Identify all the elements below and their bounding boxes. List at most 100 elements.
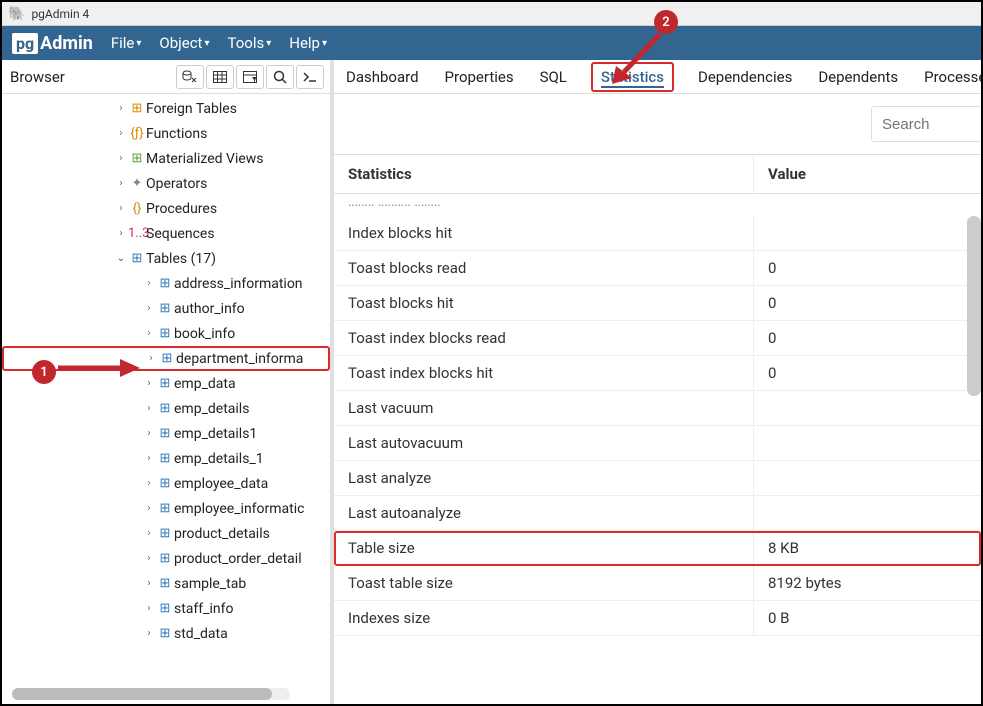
- annotation-callout-1: 1: [32, 360, 56, 384]
- statistics-table: Statistics Value ‥‥‥‥ ‥‥‥‥‥ ‥‥‥‥ Index b…: [334, 154, 981, 704]
- tree-item-std-data[interactable]: ›⊞std_data: [2, 621, 330, 646]
- view-data-button[interactable]: [206, 65, 234, 89]
- chevron-icon[interactable]: ›: [142, 403, 156, 414]
- chevron-icon[interactable]: ›: [142, 428, 156, 439]
- stats-cell-statistic: Toast table size: [334, 566, 754, 600]
- tree-item-foreign-tables[interactable]: ›⊞Foreign Tables: [2, 96, 330, 121]
- stats-col-header-value[interactable]: Value: [754, 155, 981, 193]
- tree-item-emp-details1[interactable]: ›⊞emp_details1: [2, 421, 330, 446]
- tab-dependents[interactable]: Dependents: [816, 62, 900, 92]
- tree-node-label: Foreign Tables: [146, 101, 237, 117]
- tree-node-icon: {}: [128, 201, 146, 216]
- stats-cell-value: [754, 391, 981, 425]
- stats-cell-statistic: Toast blocks hit: [334, 286, 754, 320]
- window-titlebar: 🐘 pgAdmin 4: [2, 2, 981, 26]
- tab-properties[interactable]: Properties: [443, 62, 516, 92]
- stats-col-header-statistic[interactable]: Statistics: [334, 155, 754, 193]
- stats-row: Last autoanalyze: [334, 496, 981, 531]
- stats-cell-value: 8192 bytes: [754, 566, 981, 600]
- chevron-icon[interactable]: ›: [114, 103, 128, 114]
- tree-item-operators[interactable]: ›✦Operators: [2, 171, 330, 196]
- tree-item-sample-tab[interactable]: ›⊞sample_tab: [2, 571, 330, 596]
- menu-help-label: Help: [289, 34, 320, 52]
- tree-item-book-info[interactable]: ›⊞book_info: [2, 321, 330, 346]
- chevron-icon[interactable]: ⌄: [114, 253, 128, 264]
- tree-item-tables-17-[interactable]: ⌄⊞Tables (17): [2, 246, 330, 271]
- chevron-icon[interactable]: ›: [114, 153, 128, 164]
- chevron-icon[interactable]: ›: [114, 128, 128, 139]
- tree-node-icon: ⊞: [156, 276, 174, 291]
- tree-item-procedures[interactable]: ›{}Procedures: [2, 196, 330, 221]
- chevron-icon[interactable]: ›: [142, 503, 156, 514]
- tree-item-employee-data[interactable]: ›⊞employee_data: [2, 471, 330, 496]
- tab-processes[interactable]: Processes: [922, 62, 981, 92]
- filter-rows-button[interactable]: [236, 65, 264, 89]
- psql-tool-button[interactable]: [296, 65, 324, 89]
- chevron-icon[interactable]: ›: [142, 378, 156, 389]
- tree-node-label: emp_details1: [174, 426, 257, 442]
- tab-dashboard[interactable]: Dashboard: [344, 62, 421, 92]
- tree-item-address-information[interactable]: ›⊞address_information: [2, 271, 330, 296]
- tree-node-icon: ⊞: [156, 551, 174, 566]
- menu-file[interactable]: File▾: [111, 34, 142, 52]
- annotation-arrow-1: [56, 356, 140, 380]
- chevron-icon[interactable]: ›: [142, 528, 156, 539]
- tree-item-materialized-views[interactable]: ›⊞Materialized Views: [2, 146, 330, 171]
- tree-node-label: emp_details_1: [174, 451, 264, 467]
- stats-cell-statistic: Index blocks hit: [334, 216, 754, 250]
- chevron-icon[interactable]: ›: [142, 553, 156, 564]
- menu-tools[interactable]: Tools▾: [227, 34, 271, 52]
- menu-object[interactable]: Object▾: [159, 34, 209, 52]
- stats-cell-value: 0: [754, 356, 981, 390]
- search-objects-button[interactable]: [266, 65, 294, 89]
- tree-item-author-info[interactable]: ›⊞author_info: [2, 296, 330, 321]
- chevron-icon[interactable]: ›: [142, 603, 156, 614]
- menu-help[interactable]: Help▾: [289, 34, 327, 52]
- chevron-icon[interactable]: ›: [144, 353, 158, 364]
- chevron-icon[interactable]: ›: [142, 628, 156, 639]
- scrollbar-thumb[interactable]: [12, 688, 272, 700]
- vertical-scrollbar[interactable]: [967, 216, 981, 396]
- horizontal-scrollbar[interactable]: [12, 688, 290, 700]
- tree-node-label: Functions: [146, 126, 207, 142]
- tree-item-functions[interactable]: ›{ƒ}Functions: [2, 121, 330, 146]
- chevron-icon[interactable]: ›: [114, 203, 128, 214]
- tree-item-emp-details-1[interactable]: ›⊞emp_details_1: [2, 446, 330, 471]
- tree-node-icon: 1..3: [128, 226, 146, 241]
- tree-item-staff-info[interactable]: ›⊞staff_info: [2, 596, 330, 621]
- tab-dependencies[interactable]: Dependencies: [696, 62, 794, 92]
- chevron-icon[interactable]: ›: [142, 478, 156, 489]
- tree-node-icon: ⊞: [156, 476, 174, 491]
- tree-node-icon: ⊞: [156, 626, 174, 641]
- stats-cell-statistic: Toast blocks read: [334, 251, 754, 285]
- annotation-arrow-2: [610, 30, 666, 86]
- tree-item-product-details[interactable]: ›⊞product_details: [2, 521, 330, 546]
- tree-node-label: sample_tab: [174, 576, 246, 592]
- tab-sql[interactable]: SQL: [538, 62, 569, 92]
- search-icon: [273, 70, 287, 84]
- database-icon: [182, 70, 198, 84]
- search-input[interactable]: [871, 106, 981, 142]
- chevron-icon[interactable]: ›: [114, 228, 128, 239]
- chevron-icon[interactable]: ›: [142, 578, 156, 589]
- chevron-icon[interactable]: ›: [114, 178, 128, 189]
- tree-item-product-order-detail[interactable]: ›⊞product_order_detail: [2, 546, 330, 571]
- annotation-callout-2: 2: [654, 10, 678, 34]
- stats-row: Toast index blocks hit0: [334, 356, 981, 391]
- tree-item-sequences[interactable]: ›1..3Sequences: [2, 221, 330, 246]
- chevron-icon[interactable]: ›: [142, 303, 156, 314]
- tree-node-label: staff_info: [174, 601, 233, 617]
- main-content: Dashboard Properties SQL Statistics Depe…: [334, 60, 981, 704]
- stats-cell-value: [754, 496, 981, 530]
- tree-node-icon: ⊞: [156, 401, 174, 416]
- stats-row: Toast index blocks read0: [334, 321, 981, 356]
- tree-item-employee-informatic[interactable]: ›⊞employee_informatic: [2, 496, 330, 521]
- chevron-icon[interactable]: ›: [142, 328, 156, 339]
- pgadmin-elephant-icon: 🐘: [8, 6, 25, 22]
- chevron-icon[interactable]: ›: [142, 453, 156, 464]
- query-tool-button[interactable]: [176, 65, 204, 89]
- tree-item-emp-details[interactable]: ›⊞emp_details: [2, 396, 330, 421]
- tree-node-icon: ⊞: [156, 301, 174, 316]
- chevron-icon[interactable]: ›: [142, 278, 156, 289]
- object-tree[interactable]: ›⊞Foreign Tables›{ƒ}Functions›⊞Materiali…: [2, 94, 330, 704]
